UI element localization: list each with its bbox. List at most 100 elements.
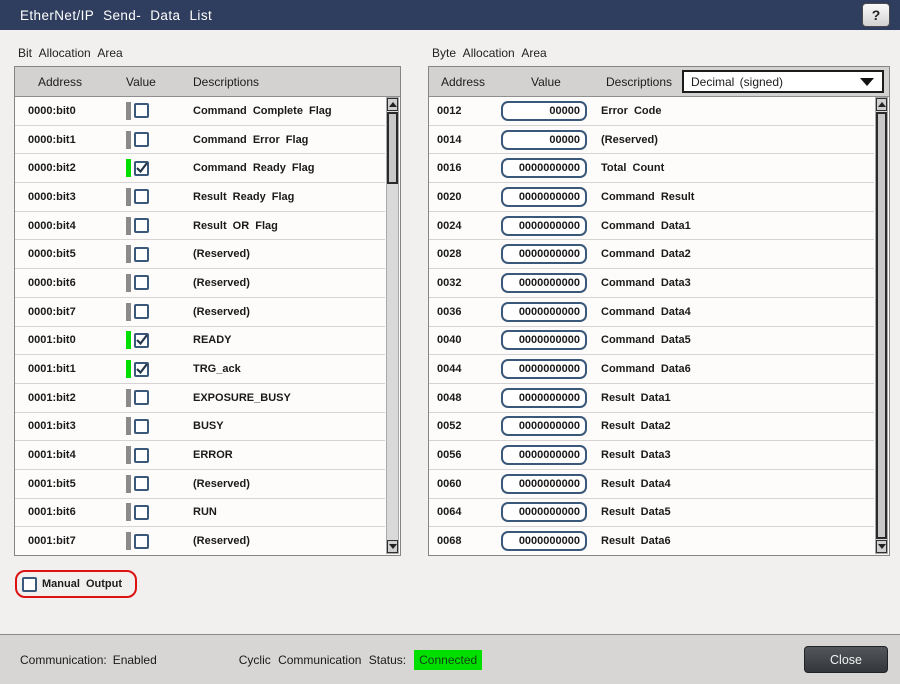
bit-value-checkbox[interactable] [134,161,149,176]
bit-value-cell [126,102,193,120]
byte-col-descriptions: Descriptions [606,75,672,89]
bit-table-row: 0000:bit5 (Reserved) [15,240,385,269]
value-indicator-bar [126,475,131,493]
bit-value-checkbox[interactable] [134,218,149,233]
bit-address: 0001:bit3 [28,420,126,432]
value-indicator-bar [126,274,131,292]
byte-table-row: 0020 Command Result [429,183,874,212]
byte-address: 0020 [437,191,501,203]
byte-description: Command Data1 [601,220,874,232]
byte-address: 0028 [437,248,501,260]
bit-table-header: Address Value Descriptions [15,67,400,97]
title-bar: EtherNet/IP Send- Data List [0,0,900,30]
scroll-thumb[interactable] [387,112,398,184]
bit-value-checkbox[interactable] [134,247,149,262]
byte-value-input[interactable] [501,130,587,150]
value-format-dropdown[interactable]: Decimal (signed) [682,70,884,93]
byte-value-input[interactable] [501,502,587,522]
bit-value-checkbox[interactable] [134,132,149,147]
bit-col-descriptions: Descriptions [193,75,259,89]
scroll-thumb[interactable] [876,112,887,539]
bit-value-checkbox[interactable] [134,275,149,290]
byte-value-input[interactable] [501,416,587,436]
scroll-down-button[interactable] [876,540,887,553]
byte-col-value: Value [531,75,606,89]
byte-description: Result Data3 [601,449,874,461]
bit-col-value: Value [126,75,193,89]
bit-table-row: 0001:bit0 READY [15,327,385,356]
byte-value-input[interactable] [501,244,587,264]
bit-address: 0001:bit6 [28,506,126,518]
byte-description: Command Result [601,191,874,203]
bit-value-cell [126,503,193,521]
scroll-track[interactable] [876,111,887,540]
byte-table-scrollbar[interactable] [875,97,888,554]
scroll-track[interactable] [387,111,398,540]
byte-table-row: 0044 Command Data6 [429,355,874,384]
byte-value-input[interactable] [501,388,587,408]
byte-address: 0036 [437,306,501,318]
close-button[interactable]: Close [804,646,888,673]
byte-value-input[interactable] [501,158,587,178]
byte-value-input[interactable] [501,474,587,494]
byte-value-input[interactable] [501,101,587,121]
bit-description: Result OR Flag [193,220,385,232]
bit-value-checkbox[interactable] [134,419,149,434]
bit-table-scrollbar[interactable] [386,97,399,554]
bit-value-checkbox[interactable] [134,476,149,491]
bit-description: (Reserved) [193,535,385,547]
bit-value-checkbox[interactable] [134,304,149,319]
bit-value-cell [126,360,193,378]
bit-address: 0000:bit1 [28,134,126,146]
bit-value-checkbox[interactable] [134,189,149,204]
byte-value-input[interactable] [501,273,587,293]
byte-value-input[interactable] [501,216,587,236]
bit-address: 0000:bit0 [28,105,126,117]
bit-table-row: 0000:bit6 (Reserved) [15,269,385,298]
bit-value-cell [126,217,193,235]
value-indicator-bar [126,217,131,235]
bit-value-checkbox[interactable] [134,362,149,377]
bit-value-checkbox[interactable] [134,448,149,463]
manual-output-group: Manual Output [15,570,137,598]
bit-table-body: 0000:bit0 Command Complete Flag 0000:bit… [15,97,385,555]
bit-address: 0001:bit2 [28,392,126,404]
byte-table-row: 0048 Result Data1 [429,384,874,413]
bit-address: 0000:bit4 [28,220,126,232]
bit-table-row: 0000:bit2 Command Ready Flag [15,154,385,183]
scroll-down-button[interactable] [387,540,398,553]
byte-value-input[interactable] [501,531,587,551]
scroll-up-button[interactable] [387,98,398,111]
bit-value-checkbox[interactable] [134,505,149,520]
bit-value-cell [126,389,193,407]
bit-value-cell [126,446,193,464]
help-button[interactable]: ? [862,3,890,27]
bit-value-cell [126,245,193,263]
byte-value-input[interactable] [501,445,587,465]
bit-table-row: 0001:bit6 RUN [15,499,385,528]
byte-value-input[interactable] [501,187,587,207]
bit-description: RUN [193,506,385,518]
status-bar: Communication: Enabled Cyclic Communicat… [0,634,900,684]
bit-table-row: 0000:bit0 Command Complete Flag [15,97,385,126]
bit-address: 0001:bit0 [28,334,126,346]
scroll-up-button[interactable] [876,98,887,111]
byte-value-input[interactable] [501,359,587,379]
bit-table-row: 0001:bit2 EXPOSURE_BUSY [15,384,385,413]
bit-value-checkbox[interactable] [134,103,149,118]
bit-value-checkbox[interactable] [134,333,149,348]
byte-value-input[interactable] [501,302,587,322]
value-indicator-bar [126,389,131,407]
manual-output-checkbox[interactable] [22,577,37,592]
bit-description: (Reserved) [193,248,385,260]
bit-address: 0000:bit7 [28,306,126,318]
bit-value-checkbox[interactable] [134,534,149,549]
value-indicator-bar [126,245,131,263]
byte-address: 0016 [437,162,501,174]
bit-value-checkbox[interactable] [134,390,149,405]
byte-table-row: 0012 Error Code [429,97,874,126]
byte-description: Total Count [601,162,874,174]
byte-address: 0012 [437,105,501,117]
byte-address: 0052 [437,420,501,432]
byte-value-input[interactable] [501,330,587,350]
